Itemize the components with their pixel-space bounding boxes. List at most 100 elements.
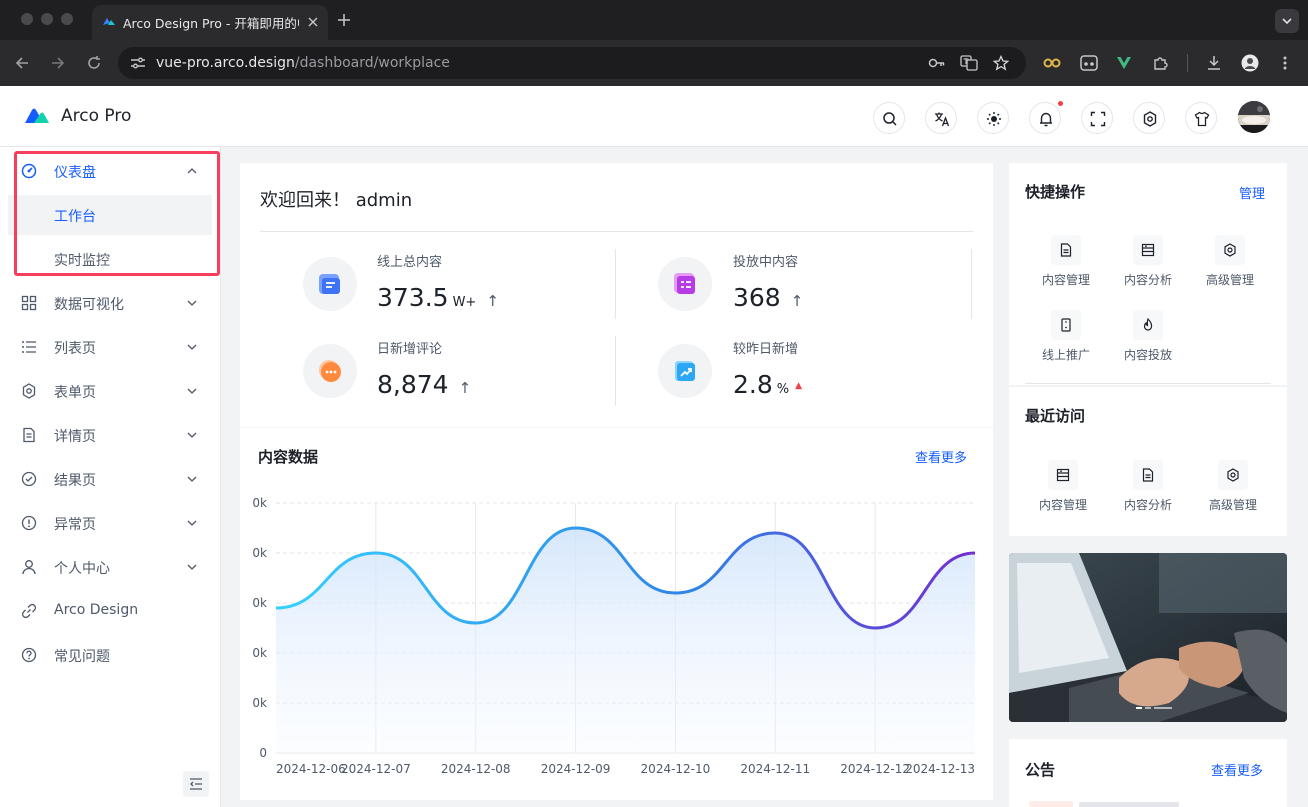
quick-op-item[interactable]: 内容投放 [1107, 310, 1187, 370]
quick-ops-card: 快捷操作 管理 内容管理 内容分析 高级管理 线上推广 内容投放 [1009, 163, 1287, 385]
sidebar-item-user[interactable]: 个人中心 [0, 547, 220, 587]
download-icon[interactable] [1206, 55, 1222, 71]
sidebar-item-arco-design[interactable]: Arco Design [0, 591, 220, 631]
stat-label: 较昨日新增 [733, 342, 799, 357]
storage-icon [1141, 243, 1155, 257]
url-path: /dashboard/workplace [294, 55, 450, 71]
card-title: 公告 [1025, 761, 1056, 779]
sidebar-item-label: Arco Design [54, 602, 139, 618]
x-tick-label: 2024-12-08 [441, 762, 511, 776]
new-tab-icon[interactable] [337, 13, 351, 27]
sidebar-item-result[interactable]: 结果页 [0, 459, 220, 499]
x-tick-label: 2024-12-13 [905, 762, 975, 776]
back-icon[interactable] [14, 55, 30, 71]
header-skin-button[interactable] [1185, 102, 1217, 134]
trend-up-red-icon: ▲ [795, 381, 803, 391]
content-total-icon [319, 274, 340, 294]
chevron-down-icon [187, 476, 197, 482]
recent-item[interactable]: 内容分析 [1107, 460, 1187, 520]
window-zoom-button[interactable] [61, 13, 73, 25]
card-title: 内容数据 [258, 448, 319, 466]
welcome-title: 欢迎回来！ admin [260, 190, 413, 211]
sidebar-item-label: 表单页 [54, 385, 96, 401]
card-title: 快捷操作 [1025, 183, 1086, 201]
gear-icon [1143, 111, 1157, 127]
translate-page-icon[interactable] [960, 55, 978, 71]
trend-up-icon: ↑ [790, 292, 804, 310]
x-tick-label: 2024-12-07 [341, 762, 411, 776]
sidebar-collapse-button[interactable] [183, 771, 209, 797]
header-theme-button[interactable] [977, 102, 1009, 134]
url-host: vue-pro.arco.design [156, 55, 295, 71]
reload-icon[interactable] [86, 55, 102, 71]
x-tick-label: 2024-12-10 [641, 762, 711, 776]
stat-icon-wrap [303, 344, 357, 398]
quick-op-item[interactable]: 线上推广 [1025, 310, 1105, 370]
settings-icon [22, 383, 36, 399]
manage-link[interactable]: 管理 [1239, 183, 1265, 202]
list-icon [22, 341, 36, 353]
quick-op-item[interactable]: 内容管理 [1025, 235, 1105, 295]
y-tick-label: 0 [259, 746, 267, 760]
content-area-chart: 0 0k 0k 0k 0k 0k 2024-12-062024-12-07 2024-12-0… [252, 496, 976, 776]
sidebar-item-faq[interactable]: 常见问题 [0, 635, 220, 675]
stat-label: 线上总内容 [377, 255, 443, 270]
extensions-puzzle-icon[interactable] [1152, 55, 1168, 71]
chevron-down-icon [187, 564, 197, 570]
sidebar-item-form[interactable]: 表单页 [0, 371, 220, 411]
sidebar-item-visualization[interactable]: 数据可视化 [0, 283, 220, 323]
profile-avatar-icon[interactable] [1241, 54, 1259, 72]
stat-icon-wrap [303, 257, 357, 311]
trend-up-icon: ↑ [458, 379, 472, 397]
chevron-down-icon [1282, 18, 1292, 25]
carousel-banner[interactable] [1009, 553, 1287, 722]
x-tick-label: 2024-12-09 [541, 762, 611, 776]
icon-box [1133, 310, 1163, 340]
file-icon [1060, 243, 1072, 257]
sidebar-item-label: 列表页 [54, 341, 96, 357]
sun-icon [987, 112, 1001, 126]
header-notification-button[interactable] [1029, 100, 1064, 134]
header-language-button[interactable] [925, 102, 957, 134]
user-avatar[interactable] [1238, 101, 1270, 133]
password-key-icon[interactable] [928, 56, 946, 70]
header-search-button[interactable] [873, 102, 905, 134]
icon-box [1048, 460, 1078, 490]
recent-item[interactable]: 内容管理 [1022, 460, 1102, 520]
quick-op-item[interactable]: 高级管理 [1189, 235, 1269, 295]
sidebar-item-profile[interactable]: 详情页 [0, 415, 220, 455]
header-fullscreen-button[interactable] [1081, 102, 1113, 134]
logo-text: Arco Pro [61, 106, 132, 126]
site-settings-icon[interactable] [130, 56, 146, 70]
extension-glasses-icon[interactable] [1043, 56, 1061, 70]
vue-devtools-icon[interactable] [1116, 55, 1132, 71]
kebab-menu-icon[interactable] [1281, 55, 1289, 71]
chevron-down-icon [187, 388, 197, 394]
menu-fold-icon [190, 778, 202, 790]
quick-op-item[interactable]: 内容分析 [1107, 235, 1187, 295]
recent-item[interactable]: 高级管理 [1192, 460, 1272, 520]
chevron-down-icon [187, 344, 197, 350]
comment-icon [319, 360, 341, 382]
bookmark-star-icon[interactable] [993, 55, 1009, 71]
stat-number: 8,874 [377, 370, 449, 399]
sidebar-item-exception[interactable]: 异常页 [0, 503, 220, 543]
view-more-link[interactable]: 查看更多 [915, 447, 967, 466]
view-more-link[interactable]: 查看更多 [1211, 760, 1263, 779]
window-close-button[interactable] [21, 13, 33, 25]
header-settings-button[interactable] [1133, 102, 1165, 134]
forward-icon[interactable] [50, 55, 66, 71]
stat-label: 日新增评论 [377, 342, 443, 357]
fullscreen-icon [1090, 111, 1106, 127]
sidebar-item-list[interactable]: 列表页 [0, 327, 220, 367]
settings-icon [1227, 468, 1239, 482]
arco-logo-icon [25, 108, 49, 123]
tab-close-icon[interactable] [307, 16, 319, 28]
divider [1025, 383, 1271, 384]
divider [971, 249, 972, 319]
window-minimize-button[interactable] [41, 13, 53, 25]
browser-tab[interactable]: Arco Design Pro - 开箱即用的中台前端解决方案 [92, 5, 328, 40]
tab-search-button[interactable] [1275, 9, 1299, 33]
extension-pager-icon[interactable] [1080, 55, 1098, 71]
address-bar[interactable]: vue-pro.arco.design/dashboard/workplace [118, 47, 1026, 79]
